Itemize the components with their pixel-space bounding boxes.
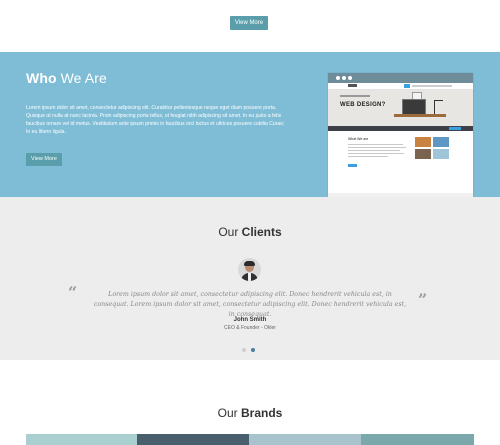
testimonial-text: Lorem ipsum dolor sit amet, consectetur …	[93, 291, 407, 318]
carousel-dot-active[interactable]	[251, 348, 255, 352]
preview-thumbnail	[433, 149, 449, 159]
preview-nav-active	[404, 84, 410, 88]
brands-section: Our Brands	[0, 360, 500, 445]
browser-dot-icon	[348, 76, 352, 80]
who-title-bold: Who	[26, 70, 57, 86]
preview-text-line	[348, 156, 388, 157]
preview-thumbnail	[415, 149, 431, 159]
preview-logo	[348, 84, 357, 87]
testimonial-author-name: John Smith	[233, 317, 267, 323]
brand-logo[interactable]	[137, 434, 249, 445]
clients-section: Our Clients “ ” Lorem ipsum dolor sit am…	[0, 197, 500, 360]
preview-nav-links	[412, 85, 452, 87]
brand-logo[interactable]	[26, 434, 137, 445]
preview-button	[348, 164, 357, 167]
preview-lamp	[434, 100, 443, 114]
carousel-dot[interactable]	[242, 348, 246, 352]
clients-title-bold: Clients	[241, 225, 282, 239]
preview-text-line	[348, 147, 406, 148]
website-preview-image: WEB DESIGN? What We are	[328, 73, 473, 197]
clients-title: Our Clients	[0, 225, 500, 239]
testimonial-author-role: CEO & Founder - Okler	[224, 325, 276, 331]
avatar	[238, 258, 261, 281]
open-quote-icon: “	[68, 283, 78, 302]
preview-hero-title: WEB DESIGN?	[340, 102, 386, 108]
view-more-button-who[interactable]: View More	[26, 153, 62, 166]
brand-logo[interactable]	[361, 434, 474, 445]
who-we-are-title: Who We Are	[26, 70, 107, 86]
browser-dot-icon	[336, 76, 340, 80]
browser-bar	[328, 73, 473, 83]
preview-nav	[328, 83, 473, 90]
avatar-hair	[244, 261, 255, 266]
browser-dot-icon	[342, 76, 346, 80]
preview-desk	[394, 114, 446, 117]
brand-logo[interactable]	[249, 434, 361, 445]
preview-body: What We are	[328, 131, 473, 181]
preview-text-line	[348, 144, 403, 145]
preview-hero: WEB DESIGN?	[328, 90, 473, 126]
preview-hero-subline	[340, 95, 370, 97]
clients-title-light: Our	[218, 225, 242, 239]
preview-text-line	[348, 150, 400, 151]
who-title-rest: We Are	[56, 70, 107, 86]
preview-thumbnail	[433, 137, 449, 147]
preview-monitor	[402, 99, 426, 115]
view-more-button-top[interactable]: View More	[230, 16, 268, 30]
top-section: View More	[0, 0, 500, 52]
brands-title-light: Our	[217, 406, 241, 420]
brands-title: Our Brands	[0, 406, 500, 420]
close-quote-icon: ”	[418, 290, 428, 309]
avatar-shirt	[248, 273, 251, 281]
brands-title-bold: Brands	[241, 406, 283, 420]
preview-thumbnail	[415, 137, 431, 147]
who-we-are-text: Lorem ipsum dolor sit amet, consectetur …	[26, 105, 285, 135]
preview-section-heading: What We are	[348, 137, 369, 141]
who-we-are-section: Who We Are Lorem ipsum dolor sit amet, c…	[0, 52, 500, 197]
preview-text-line	[348, 153, 404, 154]
preview-dark-button	[449, 127, 461, 130]
